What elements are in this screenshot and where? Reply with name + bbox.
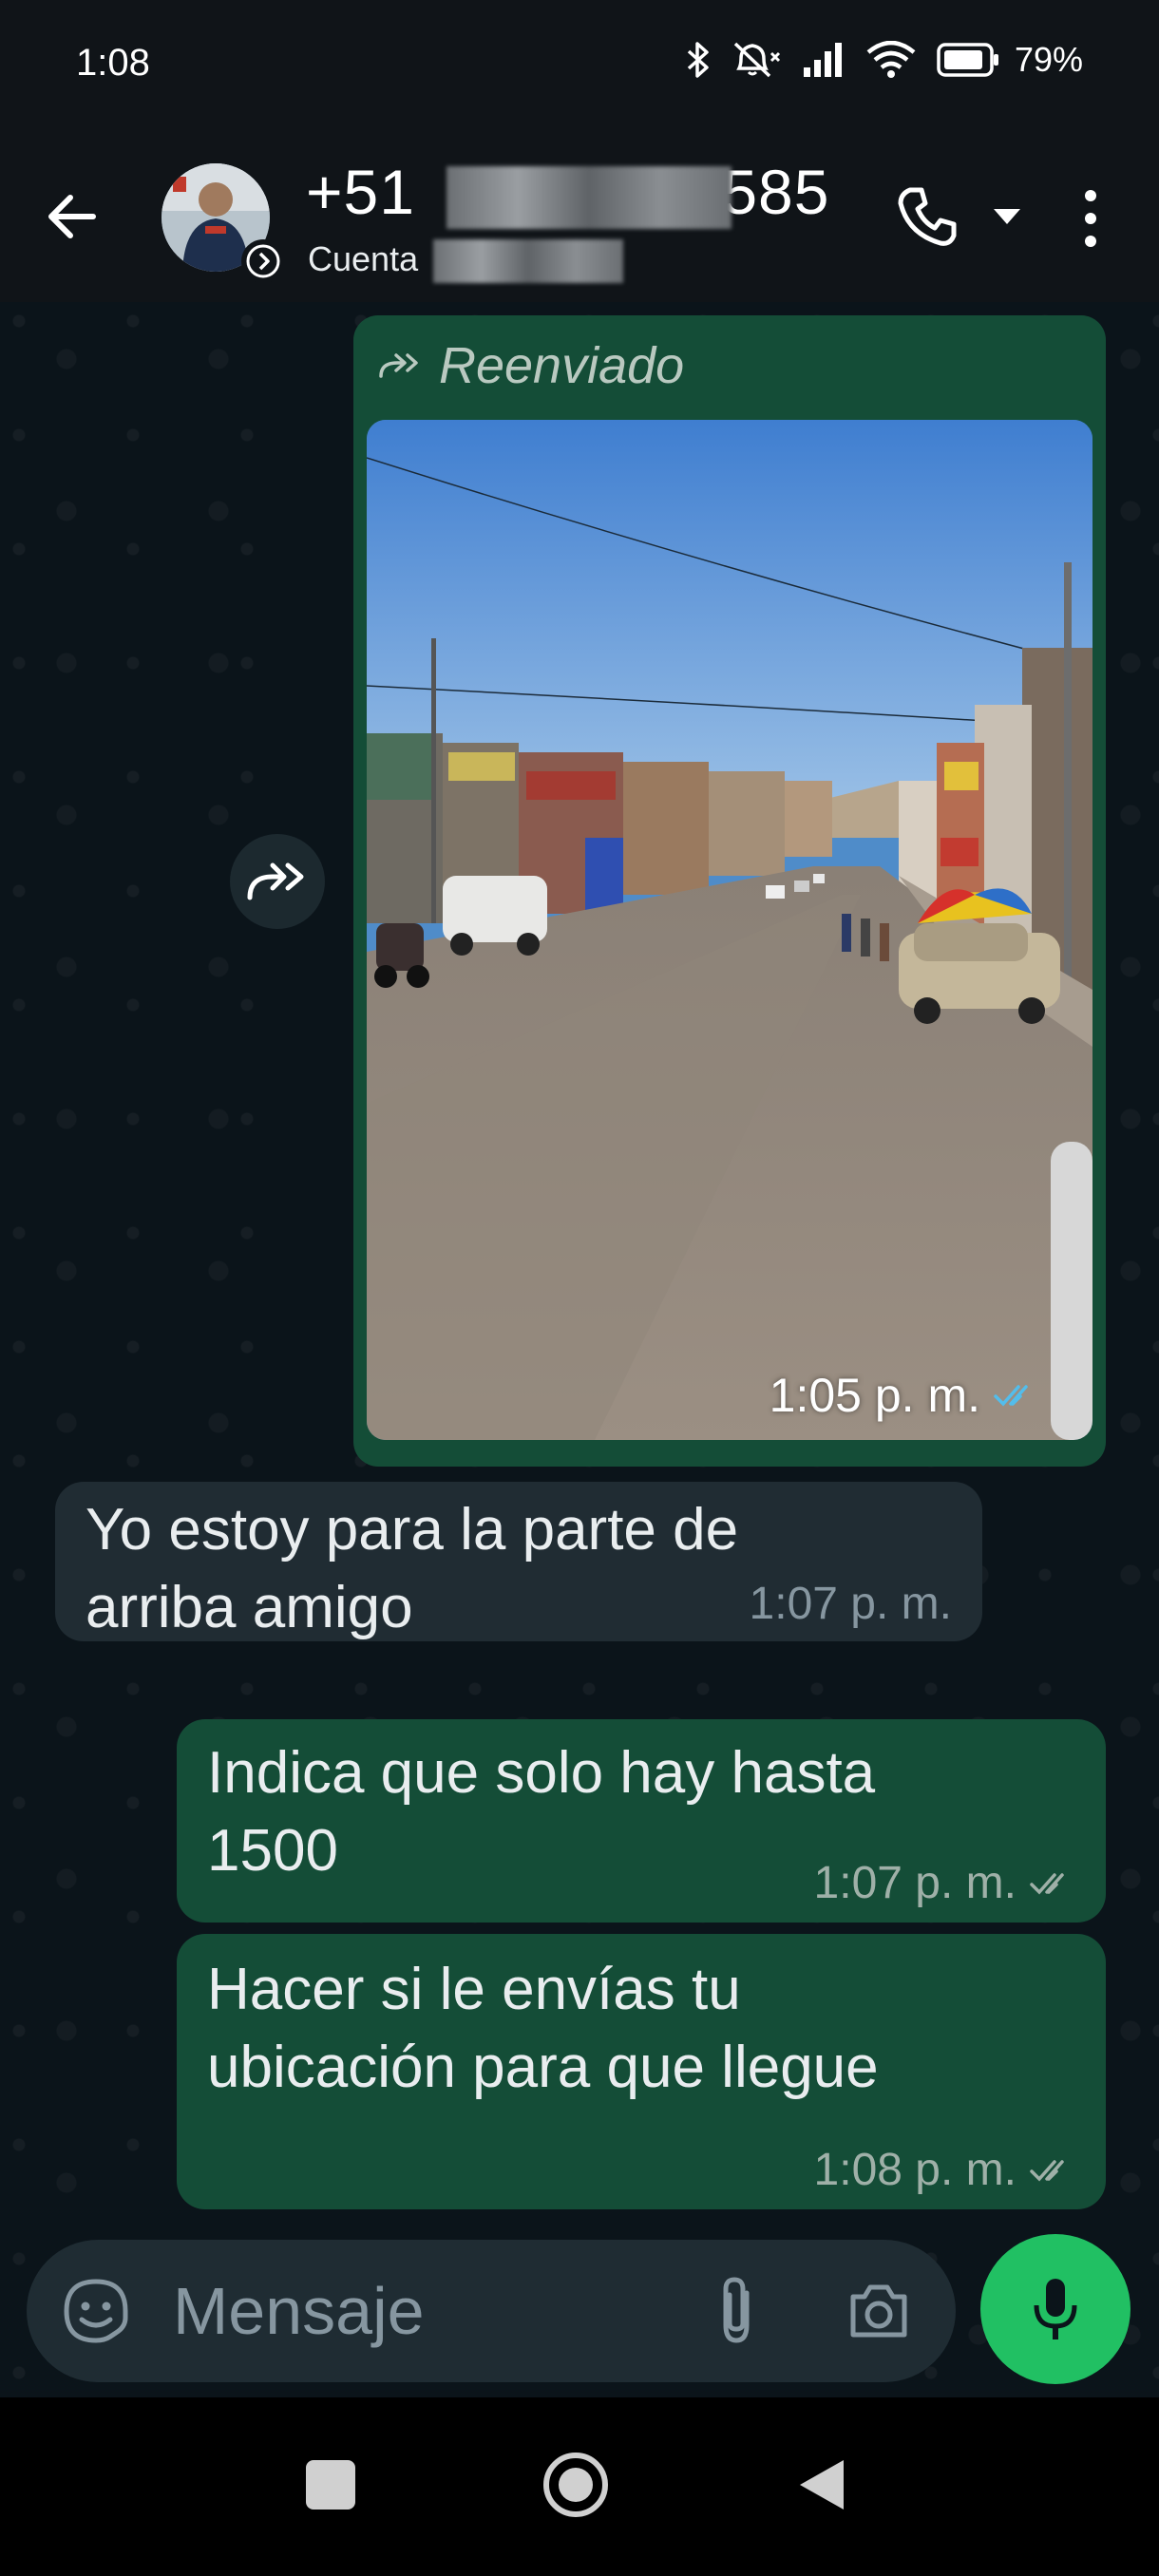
street-photo-image <box>367 420 1092 1440</box>
camera-icon[interactable] <box>846 2278 912 2344</box>
battery-percent: 79% <box>1014 40 1083 79</box>
outgoing-message[interactable]: Hacer si le envías tu ubicación para que… <box>177 1934 1106 2209</box>
redacted-subtitle <box>433 239 624 284</box>
contact-subtitle: Cuenta <box>308 239 624 284</box>
chevron-down-icon[interactable] <box>992 205 1022 228</box>
outgoing-message-text: Hacer si le envías tu ubicación para que… <box>207 1957 879 2100</box>
chat-header: +51 585 Cuenta <box>0 133 1159 302</box>
outgoing-message-text: Indica que solo hay hasta 1500 <box>207 1740 876 1884</box>
contact-name[interactable]: +51 585 <box>306 156 829 229</box>
mic-icon <box>1034 2279 1077 2339</box>
battery-icon <box>937 43 998 77</box>
phone-icon[interactable] <box>893 182 961 251</box>
read-ticks-icon <box>994 1385 1028 1407</box>
paperclip-icon[interactable] <box>703 2274 770 2346</box>
contact-subtitle-prefix: Cuenta <box>308 239 419 278</box>
home-button[interactable] <box>542 2451 610 2519</box>
incoming-message-time: 1:07 p. m. <box>749 1579 952 1629</box>
bluetooth-icon <box>687 42 709 78</box>
image-timestamp: 1:05 p. m. <box>770 1368 1041 1423</box>
forwarded-icon <box>379 353 418 378</box>
forwarded-image-message[interactable]: Reenviado 1:05 p. m. <box>353 315 1106 1467</box>
nav-back-button[interactable] <box>794 2456 847 2513</box>
outgoing-message-meta: 1:07 p. m. <box>814 1857 1077 1909</box>
outgoing-message-meta: 1:08 p. m. <box>814 2144 1077 2196</box>
redacted-number <box>446 165 732 229</box>
recents-button[interactable] <box>306 2460 355 2510</box>
status-play-icon[interactable] <box>241 239 285 283</box>
sticker-icon[interactable] <box>63 2278 129 2344</box>
chat-area[interactable]: Reenviado 1:05 p. m. Yo estoy para la pa… <box>0 302 1159 2397</box>
incoming-message[interactable]: Yo estoy para la parte de arriba amigo 1… <box>55 1482 982 1641</box>
mute-icon <box>733 42 780 78</box>
outgoing-message-time: 1:07 p. m. <box>813 1858 1016 1908</box>
contact-name-prefix: +51 <box>306 157 415 227</box>
mic-button[interactable] <box>980 2234 1130 2384</box>
forwarded-text: Reenviado <box>439 337 685 394</box>
status-icons: 79% <box>686 40 1083 80</box>
street-photo[interactable]: 1:05 p. m. <box>367 420 1092 1440</box>
status-time: 1:08 <box>76 42 150 84</box>
message-input[interactable] <box>173 2268 667 2354</box>
signal-icon <box>803 43 842 77</box>
image-time: 1:05 p. m. <box>769 1369 980 1422</box>
delivered-ticks-icon <box>1030 1872 1064 1895</box>
contact-name-suffix: 585 <box>722 157 830 227</box>
arrow-left-icon[interactable] <box>42 186 103 247</box>
wifi-icon <box>866 41 916 78</box>
more-vert-icon[interactable] <box>1072 184 1110 253</box>
forwarded-label: Reenviado <box>378 336 684 395</box>
outgoing-message[interactable]: Indica que solo hay hasta 1500 1:07 p. m… <box>177 1719 1106 1923</box>
outgoing-message-time: 1:08 p. m. <box>813 2145 1016 2195</box>
system-nav-bar <box>0 2397 1159 2576</box>
message-composer <box>27 2240 956 2382</box>
incoming-message-text: Yo estoy para la parte de arriba amigo <box>86 1497 739 1640</box>
forward-icon <box>247 862 304 900</box>
forward-button[interactable] <box>230 834 325 929</box>
status-bar: 1:08 79% <box>0 0 1159 133</box>
delivered-ticks-icon <box>1030 2159 1064 2182</box>
